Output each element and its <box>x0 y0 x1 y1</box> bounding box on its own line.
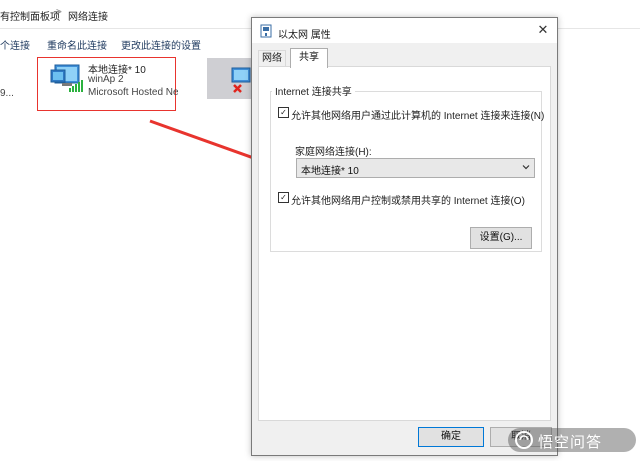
allow-control-checkbox[interactable]: ✓ <box>278 192 289 203</box>
watermark-text: 悟空问答 <box>538 433 603 451</box>
allow-control-label[interactable]: 允许其他网络用户控制或禁用共享的 Internet 连接(O) <box>291 192 525 207</box>
home-network-value: 本地连接* 10 <box>301 166 359 177</box>
dialog-titlebar[interactable]: 以太网 属性 ✕ <box>252 18 557 43</box>
rename-connection-button[interactable]: 重命名此连接 <box>47 37 107 52</box>
connection-ssid: winAp 2 <box>88 74 124 85</box>
connect-button[interactable]: 个连接 <box>0 37 30 52</box>
network-adapter-icon <box>260 24 272 38</box>
close-icon[interactable]: ✕ <box>536 23 550 37</box>
dialog-title: 以太网 属性 <box>278 30 331 41</box>
breadcrumb-separator-icon: > <box>56 7 62 18</box>
breadcrumb-item-control-panel[interactable]: 有控制面板项 <box>0 8 60 23</box>
disconnected-network-icon <box>231 67 251 93</box>
home-network-select[interactable]: 本地连接* 10 <box>296 158 535 178</box>
tab-sharing[interactable]: 共享 <box>290 48 328 68</box>
ok-button[interactable]: 确定 <box>418 427 484 447</box>
tab-network[interactable]: 网络 <box>258 50 286 67</box>
settings-button[interactable]: 设置(G)... <box>470 227 532 249</box>
sharing-tab-panel: Internet 连接共享 ✓ 允许其他网络用户通过此计算机的 Internet… <box>258 66 551 421</box>
ethernet-properties-dialog: 以太网 属性 ✕ 网络 共享 Internet 连接共享 ✓ 允许其他网络用户通… <box>251 17 558 456</box>
group-title: Internet 连接共享 <box>272 83 355 98</box>
truncated-item-text: 9... <box>0 88 14 99</box>
change-settings-button[interactable]: 更改此连接的设置 <box>121 37 201 52</box>
allow-share-checkbox[interactable]: ✓ <box>278 107 289 118</box>
breadcrumb-item-network-connections[interactable]: 网络连接 <box>68 8 108 23</box>
connection-adapter: Microsoft Hosted Netwo... <box>88 87 178 98</box>
home-network-label: 家庭网络连接(H): <box>295 147 372 158</box>
wireless-network-adapter-icon <box>50 64 83 92</box>
chevron-down-icon <box>522 165 530 170</box>
allow-share-label[interactable]: 允许其他网络用户通过此计算机的 Internet 连接来连接(N) <box>291 107 544 122</box>
